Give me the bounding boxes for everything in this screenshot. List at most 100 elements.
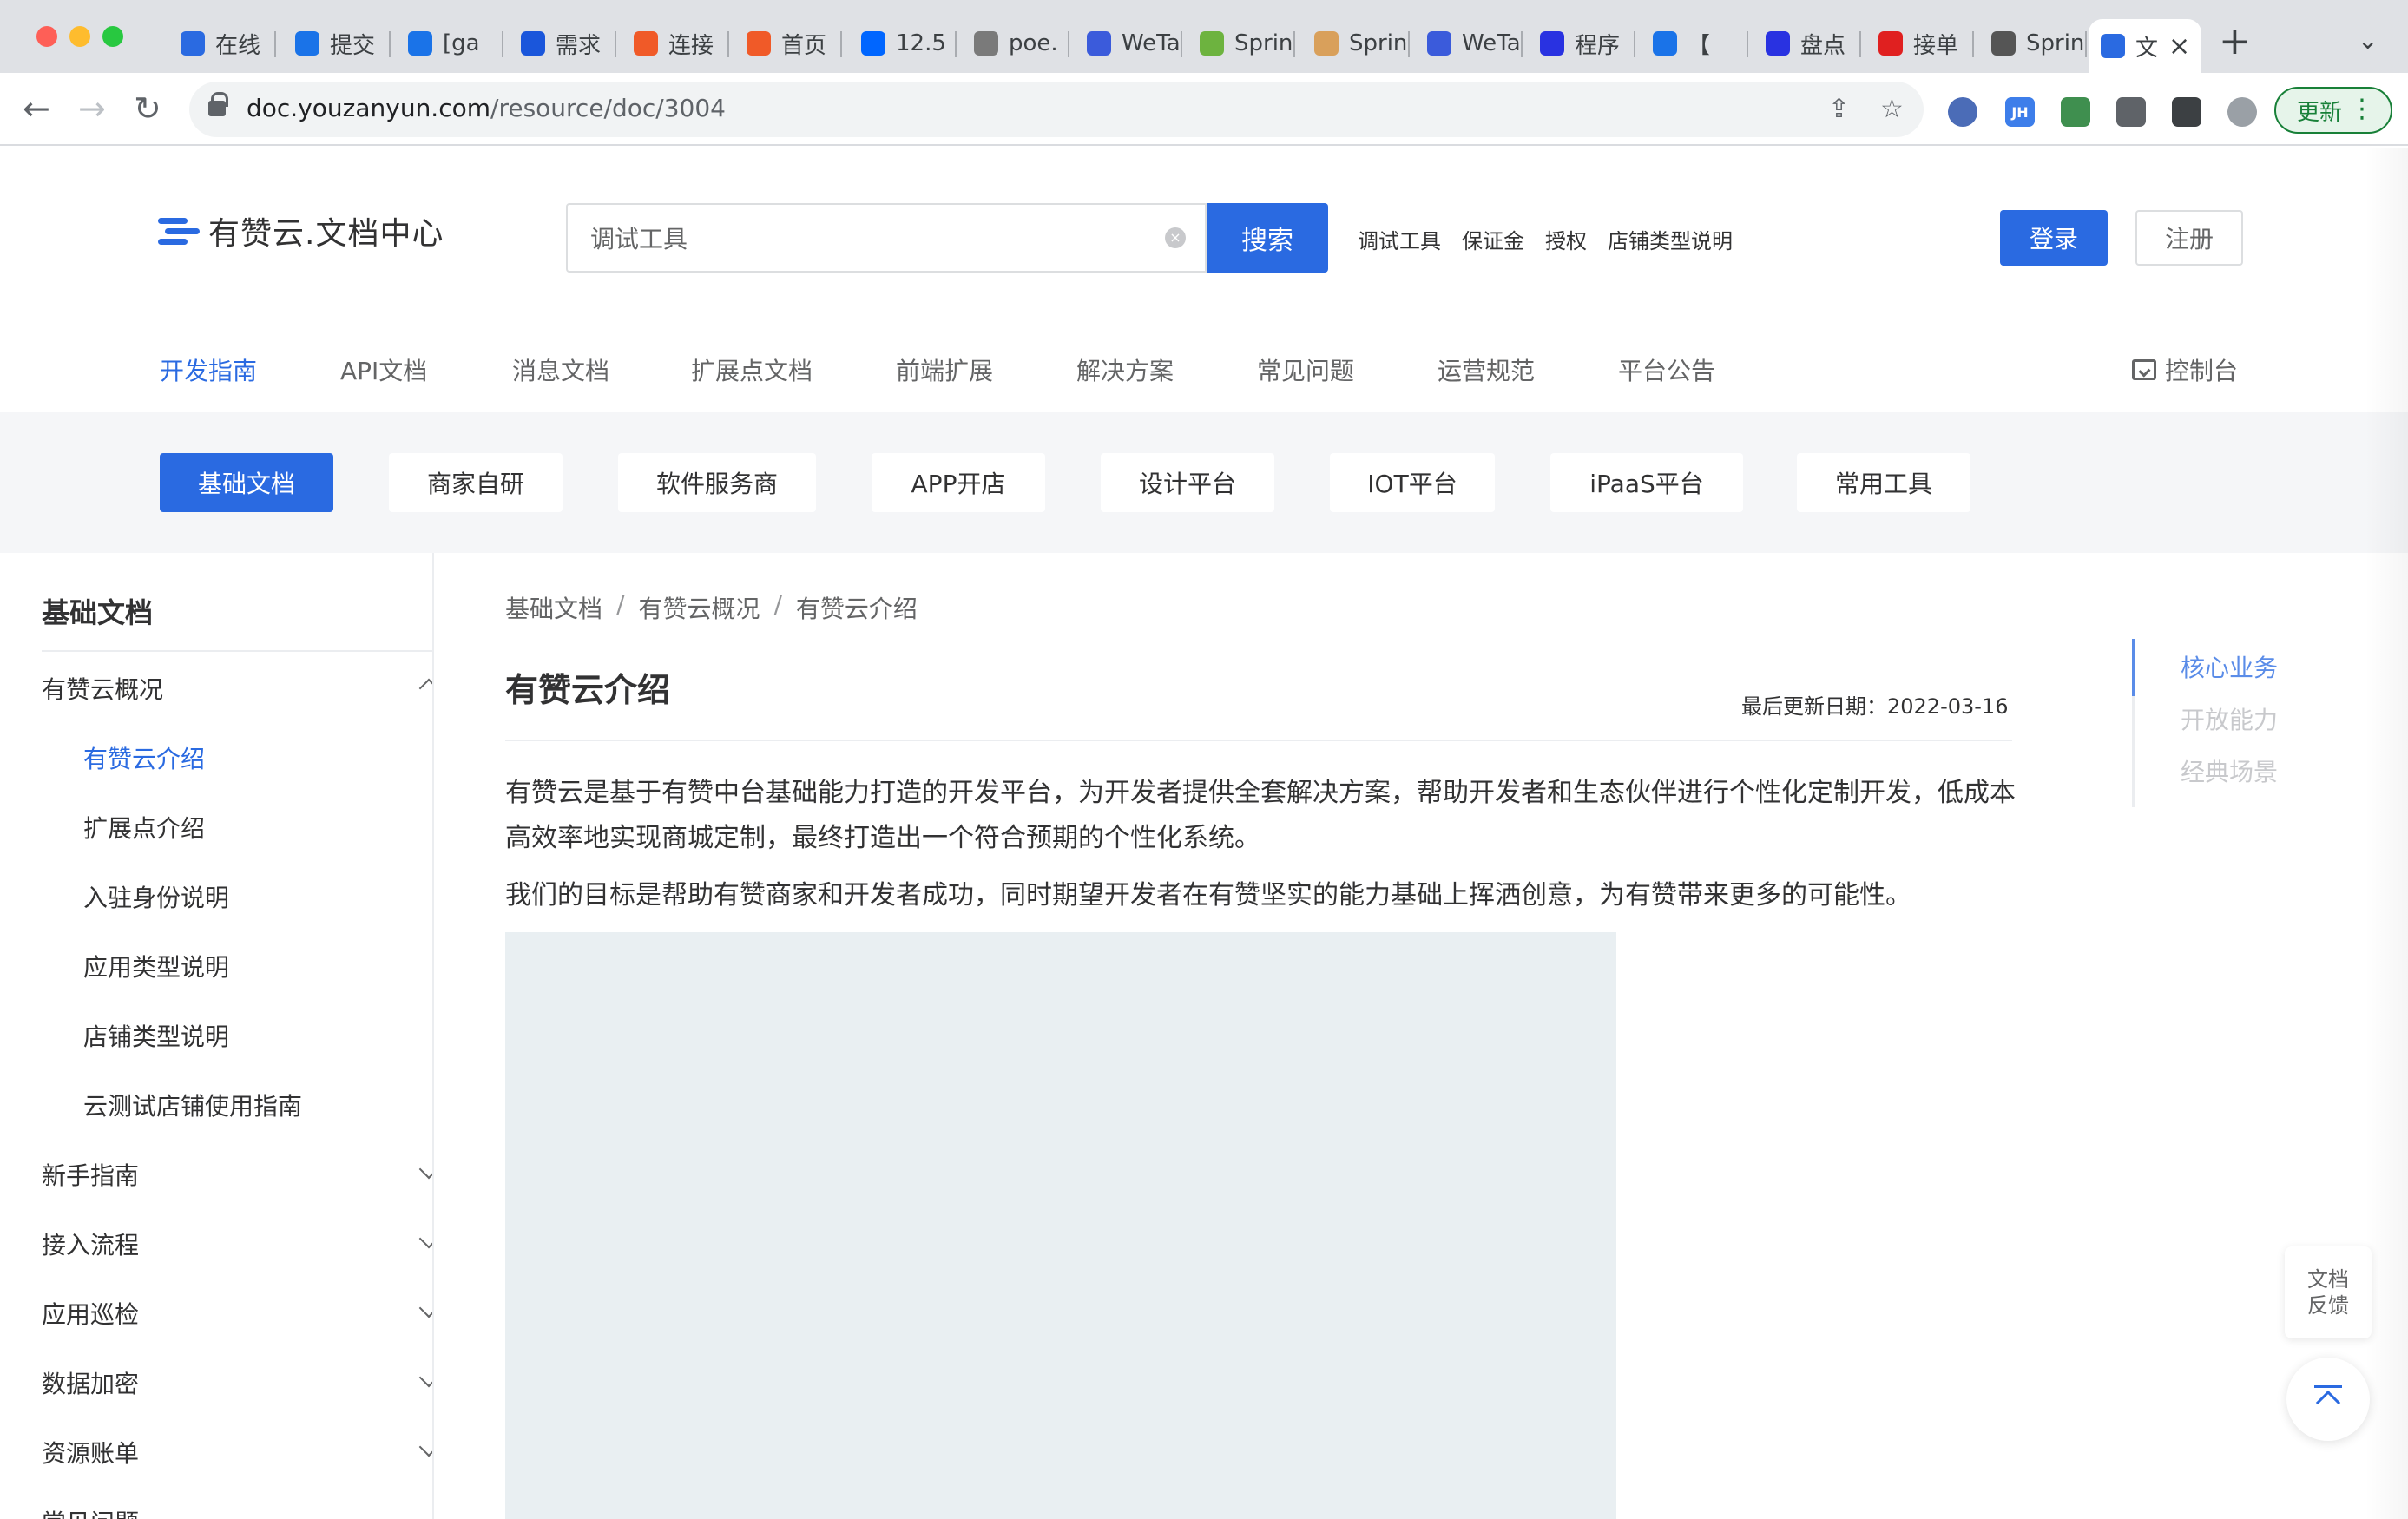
search-input[interactable] bbox=[568, 205, 1123, 271]
minimize-window-button[interactable] bbox=[69, 26, 90, 47]
share-icon[interactable]: ⇪ bbox=[1828, 94, 1850, 124]
sidebar-item-youzanyun-intro[interactable]: 有赞云介绍 bbox=[83, 740, 432, 775]
tab-label: 【 bbox=[1688, 32, 1711, 59]
tab-separator bbox=[955, 31, 957, 57]
browser-tab[interactable]: 在线 bbox=[168, 19, 276, 68]
tab-search-chevron-icon[interactable]: ⌄ bbox=[2358, 26, 2378, 55]
chat-icon bbox=[974, 31, 998, 56]
sidebar-group-overview[interactable]: 有赞云概况 bbox=[42, 671, 432, 706]
sidebar-group-faq[interactable]: 常见问题 bbox=[42, 1504, 406, 1519]
logo-lines-icon bbox=[158, 216, 200, 246]
category-isv[interactable]: 软件服务商 bbox=[618, 453, 816, 512]
browser-tab[interactable]: 12.5 bbox=[849, 19, 957, 68]
bookmark-star-icon[interactable]: ☆ bbox=[1880, 94, 1904, 124]
category-merchant-dev[interactable]: 商家自研 bbox=[389, 453, 563, 512]
tab-separator bbox=[389, 31, 391, 57]
profile-avatar-icon[interactable] bbox=[2227, 97, 2257, 127]
nav-item-frontend-ext[interactable]: 前端扩展 bbox=[896, 352, 993, 387]
toc-item-open-capabilities[interactable]: 开放能力 bbox=[2181, 701, 2278, 736]
nav-item-extension-docs[interactable]: 扩展点文档 bbox=[691, 352, 813, 387]
toc-item-core-business[interactable]: 核心业务 bbox=[2181, 649, 2278, 684]
site-logo[interactable]: 有赞云.文档中心 bbox=[158, 208, 444, 253]
toc-item-classic-scenarios[interactable]: 经典场景 bbox=[2181, 753, 2278, 788]
tab-label: [ga bbox=[443, 30, 480, 56]
hot-link[interactable]: 店铺类型说明 bbox=[1608, 224, 1733, 254]
breadcrumb-item[interactable]: 有赞云概况 bbox=[638, 590, 760, 625]
breadcrumb-item[interactable]: 基础文档 bbox=[505, 590, 602, 625]
browser-tab[interactable]: 首页 bbox=[734, 19, 842, 68]
extension-compass-icon[interactable] bbox=[1948, 97, 1977, 127]
browser-tab-active[interactable]: 文 × bbox=[2089, 19, 2201, 73]
doc-feedback-button[interactable]: 文档 反馈 bbox=[2285, 1246, 2372, 1338]
tab-separator bbox=[1521, 31, 1523, 57]
signup-button[interactable]: 注册 bbox=[2135, 210, 2243, 266]
browser-tab[interactable]: WeTa bbox=[1415, 19, 1523, 68]
sidebar-group-label: 应用巡检 bbox=[42, 1300, 140, 1329]
maximize-window-button[interactable] bbox=[102, 26, 123, 47]
browser-tab[interactable]: Sprin bbox=[1979, 19, 2087, 68]
chevron-down-icon bbox=[418, 1298, 432, 1318]
login-button[interactable]: 登录 bbox=[2000, 210, 2108, 266]
sidebar-item-identity[interactable]: 入驻身份说明 bbox=[83, 879, 432, 914]
browser-tab[interactable]: 程序 bbox=[1528, 19, 1635, 68]
browser-tab[interactable]: Sprin bbox=[1302, 19, 1410, 68]
back-to-top-button[interactable] bbox=[2286, 1358, 2370, 1441]
nav-item-message-docs[interactable]: 消息文档 bbox=[512, 352, 609, 387]
nav-item-ops-rules[interactable]: 运营规范 bbox=[1438, 352, 1535, 387]
nav-item-dev-guide[interactable]: 开发指南 bbox=[160, 352, 257, 387]
extensions-puzzle-icon[interactable] bbox=[2116, 97, 2146, 127]
browser-tab[interactable]: Sprin bbox=[1188, 19, 1295, 68]
browser-tab[interactable]: 连接 bbox=[622, 19, 729, 68]
reload-icon[interactable]: ↻ bbox=[134, 87, 161, 130]
sidebar-item-app-types[interactable]: 应用类型说明 bbox=[83, 949, 432, 983]
category-design-platform[interactable]: 设计平台 bbox=[1101, 453, 1274, 512]
extension-jh-icon[interactable]: JH bbox=[2005, 97, 2035, 127]
new-tab-button[interactable]: + bbox=[2219, 23, 2251, 61]
sidebar-group-inspection[interactable]: 应用巡检 bbox=[42, 1296, 432, 1331]
browser-tab[interactable]: 需求 bbox=[509, 19, 616, 68]
extension-user-icon[interactable] bbox=[2061, 97, 2090, 127]
link-icon bbox=[634, 31, 658, 56]
category-ipaas-platform[interactable]: iPaaS平台 bbox=[1550, 453, 1743, 512]
hot-link[interactable]: 保证金 bbox=[1462, 224, 1524, 254]
sidebar-group-onboarding[interactable]: 接入流程 bbox=[42, 1226, 432, 1261]
hot-link[interactable]: 授权 bbox=[1545, 224, 1587, 254]
sidebar-item-shop-types[interactable]: 店铺类型说明 bbox=[83, 1018, 432, 1053]
sidebar-group-beginner[interactable]: 新手指南 bbox=[42, 1157, 432, 1192]
browser-tab[interactable]: 盘点 bbox=[1753, 19, 1861, 68]
sidebar-title: 基础文档 bbox=[42, 596, 154, 629]
nav-item-faq[interactable]: 常见问题 bbox=[1257, 352, 1354, 387]
browser-tab[interactable]: 提交 bbox=[283, 19, 391, 68]
console-link[interactable]: 控制台 bbox=[2132, 352, 2238, 387]
search-button[interactable]: 搜索 bbox=[1207, 203, 1328, 273]
close-window-button[interactable] bbox=[36, 26, 57, 47]
sidebar-item-test-shop-guide[interactable]: 云测试店铺使用指南 bbox=[83, 1088, 432, 1122]
hot-link[interactable]: 调试工具 bbox=[1358, 224, 1441, 254]
article-image-placeholder bbox=[505, 932, 1616, 1519]
sidebar-item-extension-intro[interactable]: 扩展点介绍 bbox=[83, 810, 432, 845]
side-panel-icon[interactable] bbox=[2172, 97, 2201, 127]
browser-tab[interactable]: poe. bbox=[962, 19, 1069, 68]
sidebar-group-encryption[interactable]: 数据加密 bbox=[42, 1365, 432, 1400]
clear-search-icon[interactable]: × bbox=[1165, 227, 1186, 248]
address-bar[interactable]: doc.youzanyun.com/resource/doc/3004 ⇪ ☆ bbox=[189, 82, 1924, 137]
search-field[interactable]: × bbox=[566, 203, 1207, 273]
back-arrow-icon[interactable]: ← bbox=[23, 87, 50, 130]
nav-item-solutions[interactable]: 解决方案 bbox=[1076, 352, 1174, 387]
sidebar-group-billing[interactable]: 资源账单 bbox=[42, 1435, 432, 1470]
update-browser-button[interactable]: 更新 ⋮ bbox=[2274, 87, 2392, 134]
feedback-label: 文档 bbox=[2307, 1267, 2349, 1292]
paw-icon bbox=[1766, 31, 1790, 56]
category-app-store[interactable]: APP开店 bbox=[872, 453, 1045, 512]
forward-arrow-icon[interactable]: → bbox=[78, 87, 106, 130]
category-iot-platform[interactable]: IOT平台 bbox=[1330, 453, 1495, 512]
browser-tab[interactable]: WeTa bbox=[1075, 19, 1182, 68]
category-basic-docs[interactable]: 基础文档 bbox=[160, 453, 333, 512]
browser-tab[interactable]: [ga bbox=[396, 19, 503, 68]
browser-tab[interactable]: 接单 bbox=[1866, 19, 1974, 68]
category-common-tools[interactable]: 常用工具 bbox=[1797, 453, 1970, 512]
close-tab-icon[interactable]: × bbox=[2168, 31, 2190, 62]
browser-tab[interactable]: 【 bbox=[1641, 19, 1748, 68]
nav-item-api-docs[interactable]: API文档 bbox=[340, 352, 427, 387]
nav-item-announcements[interactable]: 平台公告 bbox=[1618, 352, 1715, 387]
